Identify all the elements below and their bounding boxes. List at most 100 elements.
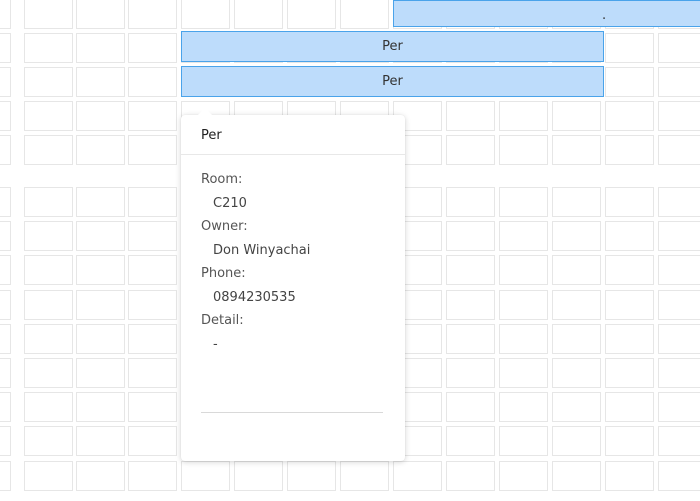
calendar-slot[interactable] (499, 221, 548, 251)
calendar-slot[interactable] (446, 392, 495, 422)
calendar-slot[interactable] (446, 324, 495, 354)
calendar-slot[interactable] (0, 392, 11, 422)
calendar-slot[interactable] (287, 0, 336, 29)
calendar-slot[interactable] (499, 290, 548, 320)
calendar-slot[interactable] (605, 324, 654, 354)
calendar-slot[interactable] (0, 358, 11, 388)
calendar-slot[interactable] (24, 33, 73, 63)
calendar-slot[interactable] (76, 0, 125, 29)
calendar-slot[interactable] (128, 358, 177, 388)
calendar-slot[interactable] (658, 290, 700, 320)
calendar-slot[interactable] (0, 0, 11, 29)
calendar-slot[interactable] (446, 221, 495, 251)
calendar-slot[interactable] (552, 324, 601, 354)
calendar-slot[interactable] (76, 358, 125, 388)
event-bar-top[interactable]: . (393, 0, 700, 27)
calendar-slot[interactable] (605, 135, 654, 165)
event-bar-per-1[interactable]: Per (181, 31, 604, 62)
calendar-slot[interactable] (446, 461, 495, 491)
calendar-slot[interactable] (0, 135, 11, 165)
calendar-slot[interactable] (24, 255, 73, 285)
calendar-slot[interactable] (0, 33, 11, 63)
calendar-slot[interactable] (0, 67, 11, 97)
calendar-slot[interactable] (24, 101, 73, 131)
calendar-slot[interactable] (605, 33, 654, 63)
calendar-slot[interactable] (24, 67, 73, 97)
calendar-slot[interactable] (605, 426, 654, 456)
calendar-slot[interactable] (552, 392, 601, 422)
calendar-slot[interactable] (658, 101, 700, 131)
calendar-slot[interactable] (499, 392, 548, 422)
calendar-slot[interactable] (393, 461, 442, 491)
calendar-slot[interactable] (234, 0, 283, 29)
calendar-slot[interactable] (658, 67, 700, 97)
calendar-slot[interactable] (0, 187, 11, 217)
calendar-slot[interactable] (552, 101, 601, 131)
calendar-slot[interactable] (658, 187, 700, 217)
event-bar-per-2[interactable]: Per (181, 66, 604, 97)
calendar-slot[interactable] (499, 101, 548, 131)
calendar-slot[interactable] (658, 392, 700, 422)
calendar-slot[interactable] (0, 101, 11, 131)
calendar-slot[interactable] (658, 324, 700, 354)
calendar-slot[interactable] (128, 0, 177, 29)
calendar-slot[interactable] (76, 461, 125, 491)
calendar-slot[interactable] (76, 426, 125, 456)
calendar-slot[interactable] (234, 461, 283, 491)
calendar-slot[interactable] (128, 426, 177, 456)
calendar-slot[interactable] (499, 426, 548, 456)
calendar-slot[interactable] (499, 255, 548, 285)
calendar-slot[interactable] (658, 255, 700, 285)
calendar-slot[interactable] (287, 461, 336, 491)
calendar-slot[interactable] (76, 324, 125, 354)
calendar-slot[interactable] (76, 101, 125, 131)
calendar-slot[interactable] (128, 33, 177, 63)
calendar-slot[interactable] (76, 392, 125, 422)
calendar-slot[interactable] (24, 290, 73, 320)
calendar-slot[interactable] (658, 358, 700, 388)
calendar-slot[interactable] (552, 221, 601, 251)
calendar-slot[interactable] (128, 392, 177, 422)
calendar-slot[interactable] (128, 67, 177, 97)
calendar-slot[interactable] (658, 426, 700, 456)
calendar-slot[interactable] (605, 290, 654, 320)
calendar-slot[interactable] (128, 221, 177, 251)
calendar-slot[interactable] (0, 324, 11, 354)
calendar-slot[interactable] (552, 426, 601, 456)
calendar-slot[interactable] (340, 461, 389, 491)
calendar-slot[interactable] (0, 255, 11, 285)
calendar-slot[interactable] (605, 187, 654, 217)
calendar-slot[interactable] (552, 358, 601, 388)
calendar-slot[interactable] (552, 135, 601, 165)
calendar-slot[interactable] (499, 324, 548, 354)
calendar-slot[interactable] (24, 461, 73, 491)
calendar-slot[interactable] (0, 461, 11, 491)
calendar-slot[interactable] (128, 290, 177, 320)
calendar-slot[interactable] (658, 135, 700, 165)
calendar-slot[interactable] (499, 187, 548, 217)
calendar-slot[interactable] (446, 290, 495, 320)
calendar-slot[interactable] (446, 187, 495, 217)
calendar-slot[interactable] (658, 33, 700, 63)
calendar-slot[interactable] (76, 221, 125, 251)
calendar-slot[interactable] (0, 221, 11, 251)
calendar-slot[interactable] (128, 187, 177, 217)
calendar-slot[interactable] (605, 101, 654, 131)
calendar-slot[interactable] (499, 135, 548, 165)
calendar-slot[interactable] (24, 221, 73, 251)
calendar-slot[interactable] (446, 101, 495, 131)
calendar-slot[interactable] (658, 221, 700, 251)
calendar-slot[interactable] (0, 290, 11, 320)
calendar-slot[interactable] (128, 101, 177, 131)
calendar-slot[interactable] (128, 324, 177, 354)
calendar-slot[interactable] (76, 290, 125, 320)
calendar-slot[interactable] (658, 461, 700, 491)
calendar-slot[interactable] (24, 426, 73, 456)
calendar-slot[interactable] (76, 135, 125, 165)
calendar-slot[interactable] (446, 135, 495, 165)
calendar-slot[interactable] (76, 187, 125, 217)
calendar-slot[interactable] (24, 0, 73, 29)
calendar-slot[interactable] (446, 358, 495, 388)
calendar-slot[interactable] (605, 67, 654, 97)
calendar-slot[interactable] (24, 324, 73, 354)
